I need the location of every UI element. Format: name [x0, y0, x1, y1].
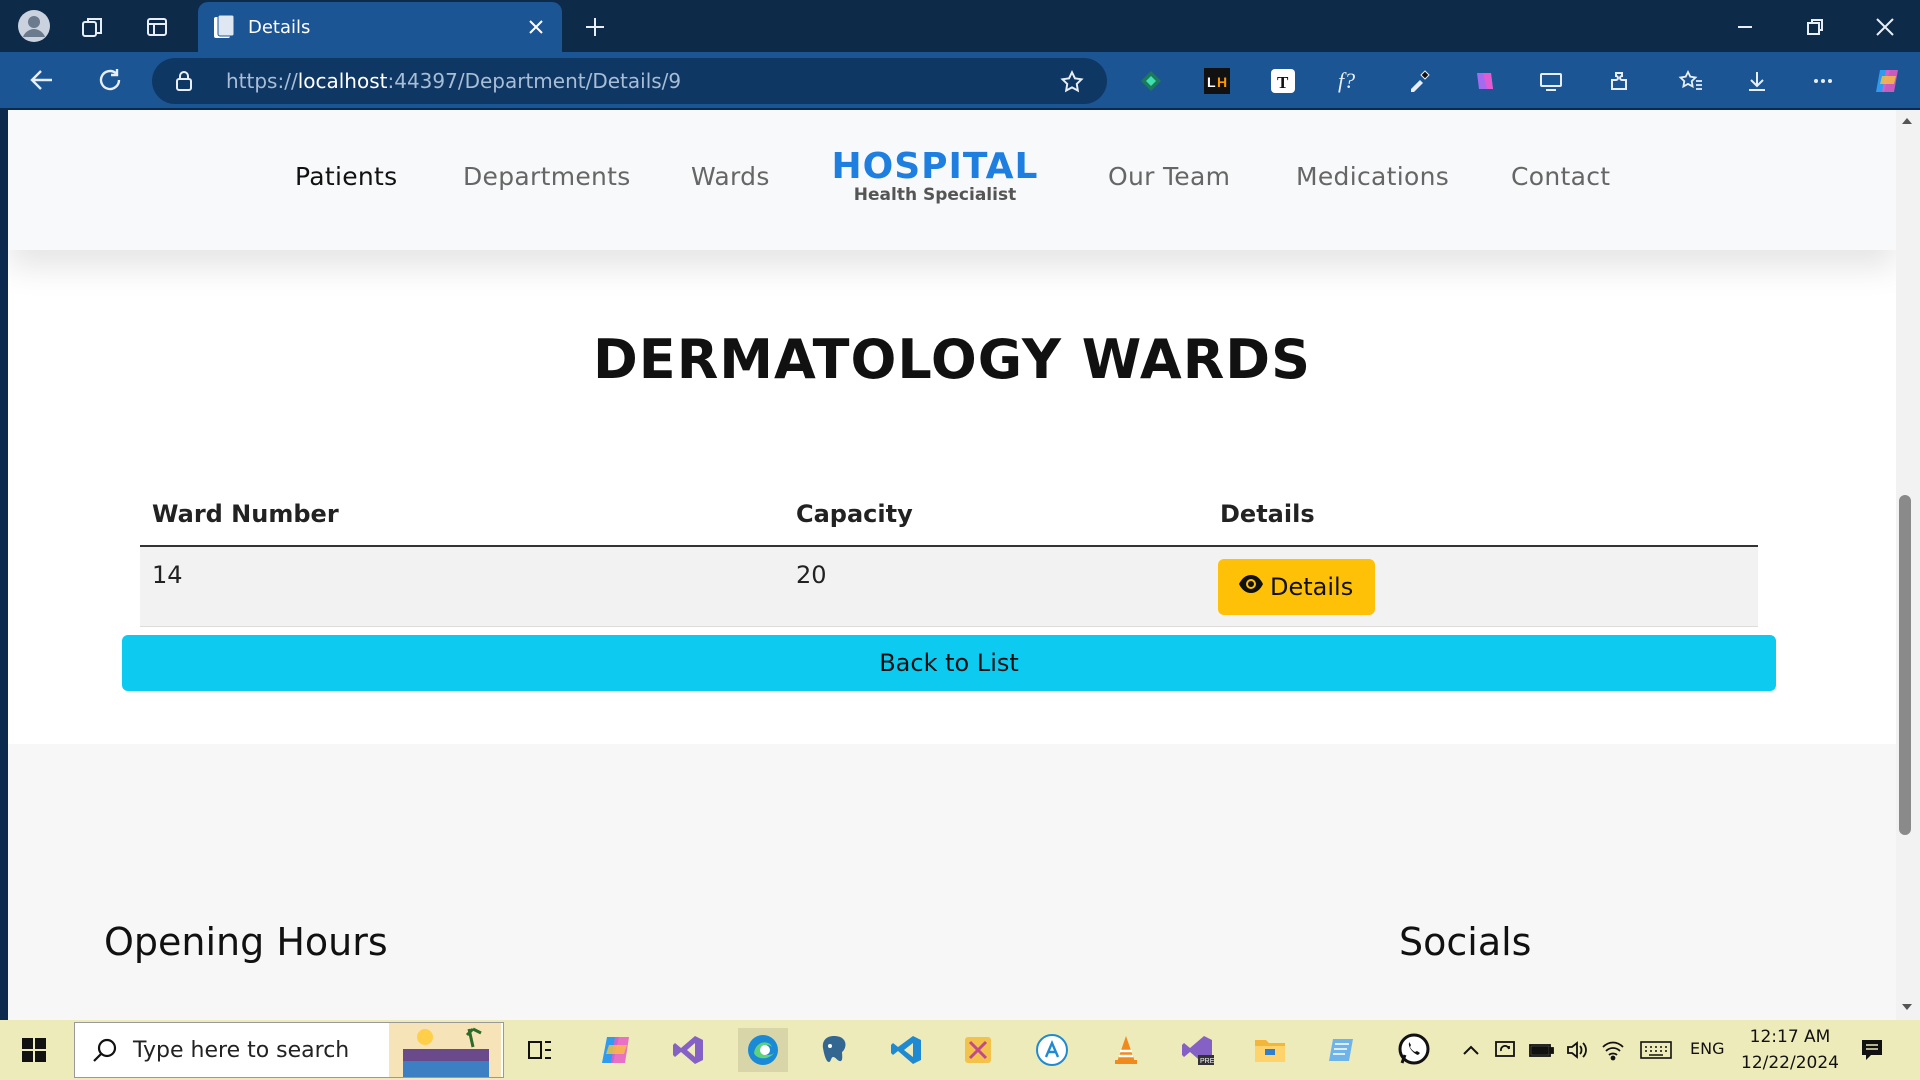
extension-font-icon[interactable]: f? — [1336, 66, 1366, 96]
table-row: 14 20 Details — [140, 546, 1758, 627]
show-hidden-icons-chevron-icon[interactable] — [1456, 1028, 1486, 1072]
minimize-icon[interactable] — [1730, 12, 1760, 42]
nav-contact[interactable]: Contact — [1511, 162, 1610, 191]
extension-screen-icon[interactable] — [1536, 66, 1566, 96]
header-ward-number: Ward Number — [140, 500, 784, 547]
nav-wards[interactable]: Wards — [691, 162, 770, 191]
visual-studio-icon[interactable] — [666, 1028, 710, 1072]
nav-our-team[interactable]: Our Team — [1108, 162, 1230, 191]
socials-heading: Socials — [1399, 920, 1532, 964]
brand-logo[interactable]: HOSPITAL Health Specialist — [830, 146, 1040, 205]
details-button-label: Details — [1270, 573, 1354, 601]
extension-gradient-icon[interactable] — [1470, 66, 1500, 96]
battery-icon[interactable] — [1526, 1028, 1556, 1072]
restore-icon[interactable] — [1800, 12, 1830, 42]
tab-actions-icon[interactable] — [142, 12, 172, 42]
sync-tray-icon[interactable] — [1490, 1028, 1520, 1072]
close-tab-icon[interactable] — [524, 15, 548, 39]
favorites-icon[interactable] — [1676, 66, 1706, 96]
app-store-icon[interactable] — [1030, 1028, 1074, 1072]
vlc-player-icon[interactable] — [1104, 1028, 1148, 1072]
search-placeholder: Type here to search — [133, 1038, 350, 1063]
cell-ward-number: 14 — [140, 546, 784, 627]
lock-icon[interactable] — [174, 70, 194, 96]
eye-icon — [1238, 573, 1264, 601]
search-highlight-image-icon — [389, 1023, 501, 1080]
favorite-star-icon[interactable] — [1059, 69, 1085, 99]
svg-text:T: T — [1277, 73, 1289, 92]
svg-text:PRE: PRE — [1200, 1058, 1215, 1065]
url-host: localhost — [297, 69, 388, 93]
url-path: :44397/Department/Details/9 — [387, 69, 682, 93]
windows-start-icon[interactable] — [12, 1028, 56, 1072]
nav-departments[interactable]: Departments — [463, 162, 631, 191]
back-to-list-label: Back to List — [879, 649, 1019, 677]
extension-t-icon[interactable]: T — [1268, 66, 1298, 96]
brand-subtitle: Health Specialist — [853, 185, 1017, 205]
scrollbar-thumb[interactable] — [1899, 495, 1911, 835]
cell-details: Details — [1208, 546, 1758, 627]
edge-browser-icon[interactable] — [738, 1028, 788, 1072]
notifications-icon[interactable] — [1850, 1028, 1894, 1072]
nav-patients[interactable]: Patients — [295, 162, 397, 191]
page-icon — [212, 14, 236, 40]
nav-medications[interactable]: Medications — [1296, 162, 1449, 191]
downloads-icon[interactable] — [1742, 66, 1772, 96]
brand-title: HOSPITAL — [831, 146, 1039, 187]
language-indicator[interactable]: ENG — [1690, 1039, 1724, 1058]
clock-time: 12:17 AM — [1749, 1027, 1831, 1047]
header-details: Details — [1208, 500, 1758, 547]
file-explorer-icon[interactable] — [1248, 1028, 1292, 1072]
extension-lh-icon[interactable]: LH — [1202, 66, 1232, 96]
visual-studio-preview-icon[interactable]: PRE — [1176, 1028, 1220, 1072]
more-options-icon[interactable] — [1808, 66, 1838, 96]
url-scheme: https:// — [226, 69, 298, 93]
site-header: Patients Departments Wards HOSPITAL Heal… — [8, 110, 1896, 250]
copilot-icon[interactable] — [1872, 66, 1902, 96]
opening-hours-heading: Opening Hours — [104, 920, 388, 964]
tab-details[interactable]: Details — [198, 2, 562, 52]
wards-table: Ward Number Capacity Details 14 20 Detai… — [140, 500, 1758, 627]
workspaces-icon[interactable] — [78, 12, 108, 42]
extensions-puzzle-icon[interactable] — [1604, 66, 1634, 96]
address-bar[interactable]: https://localhost:44397/Department/Detai… — [152, 58, 1107, 104]
postgresql-icon[interactable] — [812, 1028, 856, 1072]
vscode-icon[interactable] — [884, 1028, 928, 1072]
details-button[interactable]: Details — [1218, 559, 1376, 615]
extension-eyedropper-icon[interactable] — [1404, 66, 1434, 96]
profile-avatar-icon[interactable] — [16, 8, 52, 44]
task-view-icon[interactable] — [518, 1028, 562, 1072]
notepad-icon[interactable] — [1320, 1028, 1364, 1072]
extension-diamond-icon[interactable] — [1136, 66, 1166, 96]
svg-text:f?: f? — [1338, 68, 1355, 93]
url-text[interactable]: https://localhost:44397/Department/Detai… — [226, 58, 681, 104]
clock-date: 12/22/2024 — [1741, 1053, 1839, 1073]
close-window-icon[interactable] — [1870, 12, 1900, 42]
scroll-up-arrow-icon[interactable] — [1901, 116, 1913, 126]
system-clock[interactable]: 12:17 AM 12/22/2024 — [1740, 1024, 1840, 1076]
scroll-down-arrow-icon[interactable] — [1901, 1002, 1913, 1012]
browser-tab-bar: Details — [0, 0, 1920, 52]
snipping-tool-icon[interactable] — [956, 1028, 1000, 1072]
whatsapp-icon[interactable] — [1392, 1028, 1436, 1072]
back-icon[interactable] — [26, 64, 58, 96]
wifi-icon[interactable] — [1598, 1028, 1628, 1072]
svg-text:L: L — [1207, 74, 1216, 90]
volume-icon[interactable] — [1562, 1028, 1592, 1072]
search-icon — [91, 1037, 119, 1069]
new-tab-icon[interactable] — [580, 12, 610, 42]
taskbar-search-box[interactable]: Type here to search — [74, 1022, 504, 1078]
windows-taskbar: Type here to search PRE ENG 12:17 AM 12/… — [0, 1020, 1920, 1080]
tab-title: Details — [248, 16, 311, 38]
keyboard-icon[interactable] — [1636, 1028, 1676, 1072]
svg-text:H: H — [1217, 74, 1227, 90]
page-title: DERMATOLOGY WARDS — [592, 328, 1312, 391]
page-viewport: Patients Departments Wards HOSPITAL Heal… — [8, 110, 1896, 1020]
back-to-list-button[interactable]: Back to List — [122, 635, 1776, 691]
refresh-icon[interactable] — [94, 64, 126, 96]
header-capacity: Capacity — [784, 500, 1208, 547]
table-header-row: Ward Number Capacity Details — [140, 500, 1758, 547]
cell-capacity: 20 — [784, 546, 1208, 627]
copilot-app-icon[interactable] — [594, 1028, 638, 1072]
